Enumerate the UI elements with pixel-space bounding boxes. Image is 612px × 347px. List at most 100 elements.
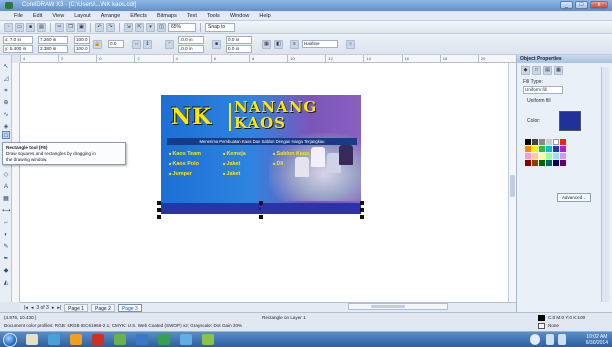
selection-handle[interactable] — [157, 215, 161, 219]
outline-width-icon[interactable]: ≡ — [290, 40, 299, 49]
detail-tab-icon[interactable]: ▦ — [554, 66, 563, 75]
print-icon[interactable]: ▤ — [37, 22, 46, 32]
undo-icon[interactable]: ↶ — [95, 22, 104, 32]
selection-handle[interactable] — [360, 201, 364, 205]
selection-handle[interactable] — [157, 201, 161, 205]
scrollbar-thumb[interactable] — [510, 175, 515, 197]
color-swatch[interactable] — [560, 139, 566, 145]
fill-tool-icon[interactable]: ◆ — [2, 267, 10, 275]
lock-ratio-icon[interactable]: 🔒 — [93, 40, 102, 49]
maximize-button[interactable]: □ — [575, 1, 588, 9]
media-player-icon[interactable] — [48, 334, 60, 345]
selection-handle[interactable] — [360, 208, 364, 212]
color-swatch[interactable] — [525, 146, 531, 152]
network-icon[interactable] — [546, 334, 554, 345]
mirror-vertical-icon[interactable]: ⇕ — [143, 40, 152, 49]
new-document-icon[interactable]: ▫ — [4, 22, 13, 32]
color-swatch[interactable] — [532, 160, 538, 166]
selection-handle[interactable] — [259, 201, 263, 205]
help-icon[interactable] — [530, 334, 540, 345]
fill-type-select[interactable]: Uniform fill — [523, 86, 563, 94]
page-tab-3[interactable]: Page 3 — [117, 303, 142, 312]
menu-effects[interactable]: Effects — [130, 13, 147, 19]
color-swatch[interactable] — [553, 153, 559, 159]
outline-tab-icon[interactable]: □ — [532, 66, 541, 75]
menu-text[interactable]: Text — [187, 13, 197, 19]
crop-tool-icon[interactable]: ⌗ — [2, 87, 10, 95]
minimize-button[interactable]: _ — [560, 1, 573, 9]
prev-page-icon[interactable]: ◂ — [31, 305, 34, 311]
color-swatch[interactable] — [539, 160, 545, 166]
corel-app-icon[interactable] — [202, 334, 214, 345]
copy-icon[interactable]: ❐ — [66, 22, 75, 32]
wrap-text-icon[interactable]: ▦ — [262, 40, 271, 49]
system-clock[interactable]: 10:02 AM 6/30/2014 — [586, 334, 608, 346]
selection-handle[interactable] — [259, 215, 263, 219]
corner-radius-right-top-field[interactable]: 0.0 in — [226, 36, 252, 44]
chrome-icon[interactable] — [92, 334, 104, 345]
to-front-icon[interactable]: ◧ — [274, 40, 283, 49]
color-swatch[interactable] — [553, 160, 559, 166]
color-swatch[interactable] — [525, 153, 531, 159]
import-icon[interactable]: ⇲ — [124, 22, 133, 32]
corner-round-icon[interactable]: ◜ — [165, 40, 174, 49]
selection-handle[interactable] — [157, 208, 161, 212]
photo-viewer-icon[interactable] — [180, 334, 192, 345]
volume-icon[interactable] — [558, 334, 566, 345]
color-swatch[interactable] — [560, 146, 566, 152]
text-tool-icon[interactable]: A — [2, 183, 10, 191]
current-color-preview[interactable] — [559, 111, 581, 131]
color-swatch[interactable] — [546, 160, 552, 166]
color-palette-grid[interactable] — [525, 139, 575, 177]
interactive-fill-tool-icon[interactable]: ◭ — [2, 279, 10, 287]
advanced-button[interactable]: Advanced... — [557, 193, 591, 202]
menu-bitmaps[interactable]: Bitmaps — [157, 13, 177, 19]
color-swatch[interactable] — [532, 146, 538, 152]
color-swatch[interactable] — [539, 153, 545, 159]
color-swatch[interactable] — [532, 153, 538, 159]
corner-radius-bottom-field[interactable]: .0.0 in — [178, 45, 204, 53]
color-profile-info[interactable]: Document color profiles: RGB: sRGB IEC61… — [4, 323, 254, 328]
menu-tools[interactable]: Tools — [207, 13, 220, 19]
application-launcher-icon[interactable]: ▾ — [146, 22, 155, 32]
page-tab-1[interactable]: Page 1 — [64, 303, 89, 312]
first-page-icon[interactable]: |◂ — [24, 305, 28, 311]
menu-view[interactable]: View — [52, 13, 64, 19]
freehand-tool-icon[interactable]: ∿ — [2, 111, 10, 119]
color-swatch[interactable] — [525, 160, 531, 166]
menu-layout[interactable]: Layout — [74, 13, 91, 19]
paste-icon[interactable]: ▣ — [77, 22, 86, 32]
y-position-field[interactable]: y: 5.400 in — [3, 45, 33, 53]
close-button[interactable]: x — [590, 1, 608, 9]
menu-window[interactable]: Window — [230, 13, 250, 19]
color-swatch[interactable] — [525, 139, 531, 145]
welcome-screen-icon[interactable]: ◫ — [157, 22, 166, 32]
color-swatch[interactable] — [553, 146, 559, 152]
zoom-level-select[interactable]: 65% — [168, 22, 196, 32]
smart-fill-tool-icon[interactable]: ◈ — [2, 123, 10, 131]
color-swatch[interactable] — [546, 139, 552, 145]
corner-radius-top-field[interactable]: .0.0 in — [178, 36, 204, 44]
fill-tab-icon[interactable]: ◆ — [521, 66, 530, 75]
coreldraw-taskbar-icon[interactable] — [114, 334, 126, 345]
scale-y-field[interactable]: 100.0 — [74, 45, 90, 53]
business-card-design[interactable]: NK NANANG KAOS Menerima Pembuatan Kaos D… — [161, 95, 361, 214]
menu-help[interactable]: Help — [259, 13, 270, 19]
explorer-icon[interactable] — [26, 334, 38, 345]
interactive-blend-tool-icon[interactable]: ◐ — [2, 231, 10, 239]
last-page-icon[interactable]: ▸| — [57, 305, 61, 311]
scrollbar-thumb[interactable] — [371, 305, 405, 308]
dimension-tool-icon[interactable]: ⟷ — [2, 207, 11, 215]
cut-icon[interactable]: ✂ — [55, 22, 64, 32]
x-position-field[interactable]: x: 7.0 in — [3, 36, 33, 44]
color-swatch[interactable] — [546, 146, 552, 152]
pick-tool-icon[interactable]: ↖ — [2, 63, 10, 71]
basic-shapes-tool-icon[interactable]: ◇ — [2, 171, 10, 179]
menu-arrange[interactable]: Arrange — [101, 13, 121, 19]
zoom-tool-icon[interactable]: ⊕ — [2, 99, 10, 107]
save-icon[interactable]: ■ — [26, 22, 35, 32]
word-icon[interactable] — [136, 334, 148, 345]
outline-width-select[interactable]: Hairline — [302, 40, 338, 48]
scale-x-field[interactable]: 100.0 — [74, 36, 90, 44]
connector-tool-icon[interactable]: ⌐ — [2, 219, 10, 227]
